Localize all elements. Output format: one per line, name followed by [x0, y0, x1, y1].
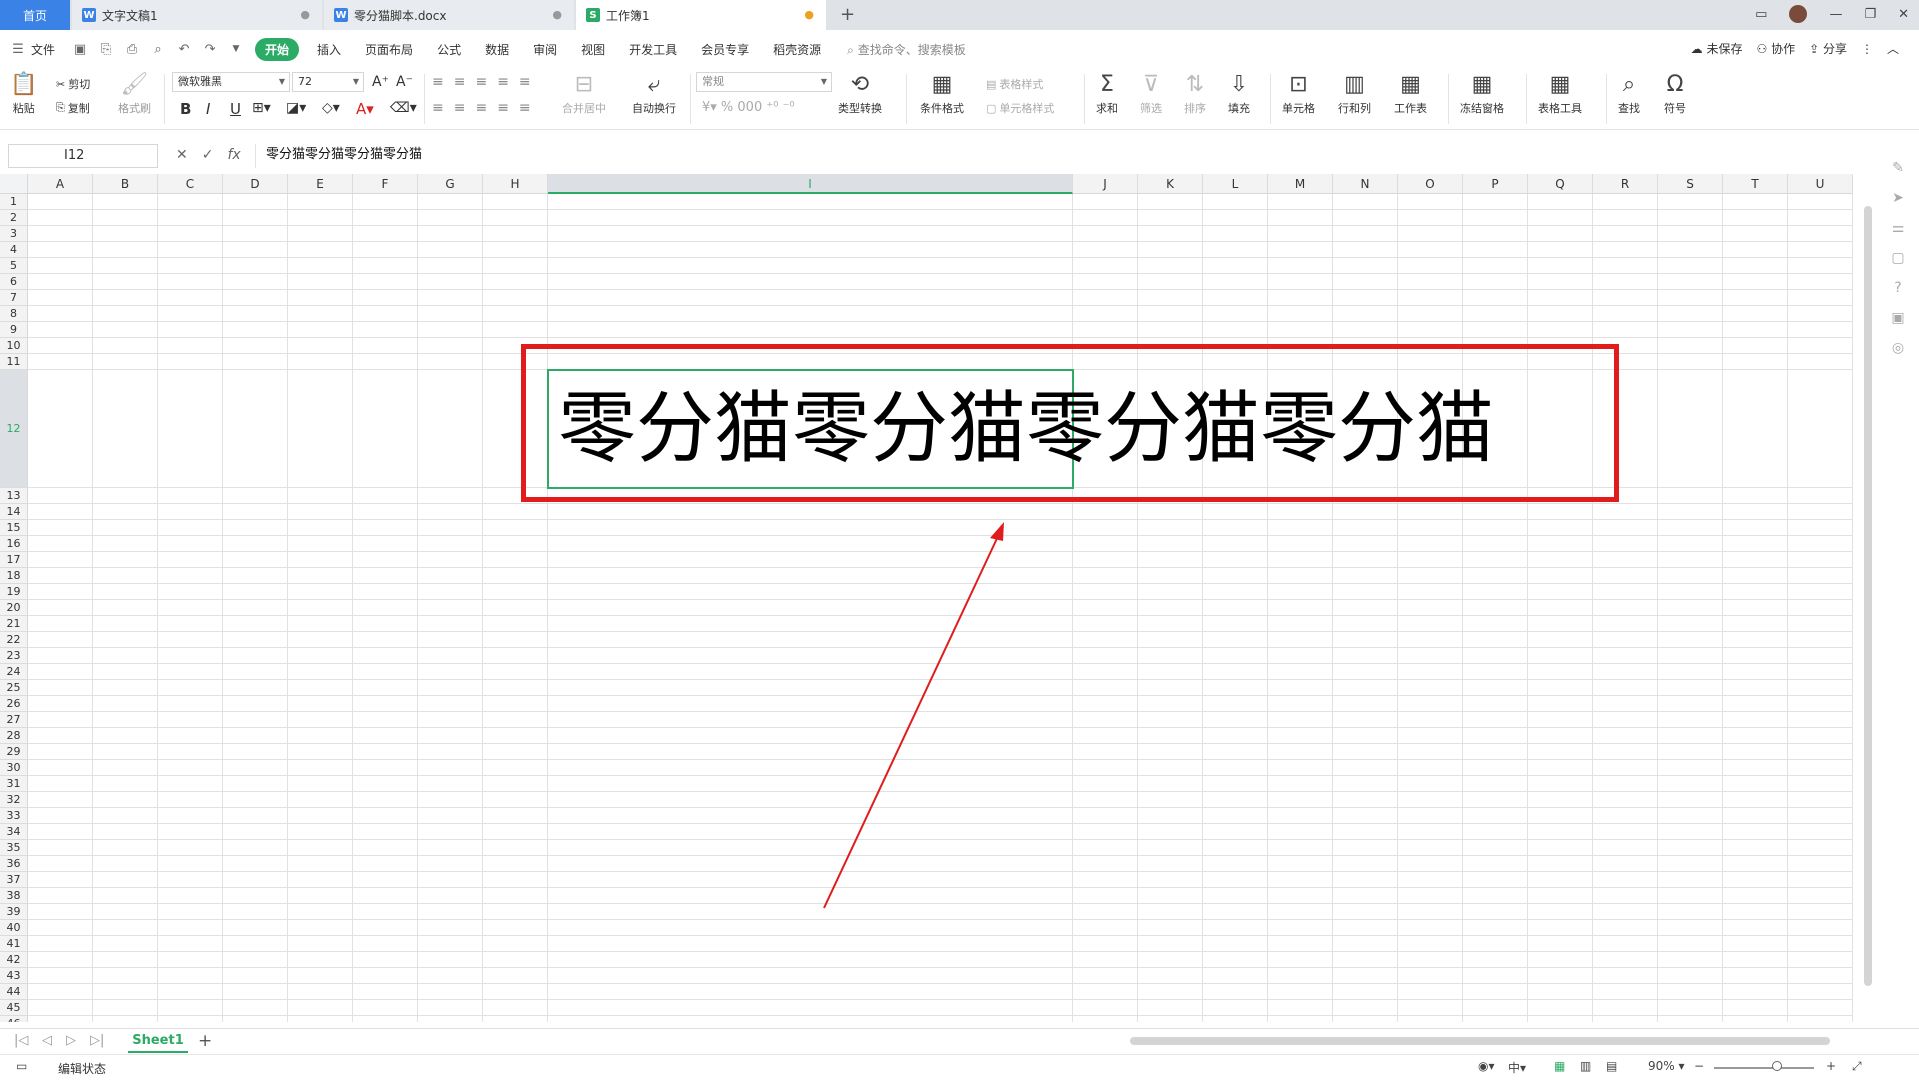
status-icon: ▭: [16, 1059, 28, 1073]
zoom-level[interactable]: 90% ▾: [1648, 1059, 1685, 1073]
zoom-slider-knob[interactable]: [1772, 1061, 1782, 1071]
zoom-value: 90%: [1648, 1059, 1675, 1073]
page-break-view-icon[interactable]: ▥: [1580, 1059, 1591, 1073]
horizontal-scrollbar[interactable]: [1130, 1037, 1830, 1045]
right-sidebar: ✎ ➤ ⚌ ▢ ? ▣ ◎: [1880, 160, 1916, 356]
eye-icon[interactable]: ◉▾: [1478, 1059, 1495, 1073]
add-sheet-button[interactable]: +: [198, 1031, 212, 1051]
image-icon[interactable]: ▣: [1891, 310, 1904, 326]
scroll-thumb[interactable]: [1864, 206, 1872, 986]
status-mode: 编辑状态: [58, 1062, 107, 1076]
annotation-arrow: [823, 522, 1004, 909]
fullscreen-icon[interactable]: ⤢: [1852, 1059, 1862, 1074]
zoom-in-icon[interactable]: +: [1826, 1059, 1836, 1073]
sheet-tab[interactable]: Sheet1: [128, 1029, 188, 1053]
status-bar: ▭ 编辑状态 ◉▾ 中▾ ▦ ▥ ▤ 90% ▾ − + ⤢: [0, 1054, 1919, 1080]
last-sheet-icon[interactable]: ▷|: [90, 1033, 104, 1048]
input-method-icon[interactable]: 中▾: [1508, 1059, 1526, 1076]
first-sheet-icon[interactable]: |◁: [14, 1033, 28, 1048]
panel-icon[interactable]: ▢: [1891, 250, 1904, 266]
location-icon[interactable]: ◎: [1892, 340, 1904, 356]
zoom-out-icon[interactable]: −: [1694, 1059, 1704, 1073]
next-sheet-icon[interactable]: ▷: [66, 1033, 76, 1048]
normal-view-icon[interactable]: ▦: [1554, 1059, 1565, 1073]
prev-sheet-icon[interactable]: ◁: [42, 1033, 52, 1048]
cursor-icon[interactable]: ➤: [1892, 190, 1904, 206]
reading-view-icon[interactable]: ▤: [1606, 1059, 1617, 1073]
sheet-bar: |◁ ◁ ▷ ▷| Sheet1 +: [0, 1028, 1919, 1054]
sliders-icon[interactable]: ⚌: [1892, 220, 1905, 236]
sidebar-tool-icon[interactable]: ✎: [1892, 160, 1904, 176]
help-icon[interactable]: ?: [1894, 280, 1901, 296]
zoom-slider[interactable]: [1714, 1067, 1814, 1069]
vertical-scrollbar[interactable]: [1862, 176, 1874, 1024]
